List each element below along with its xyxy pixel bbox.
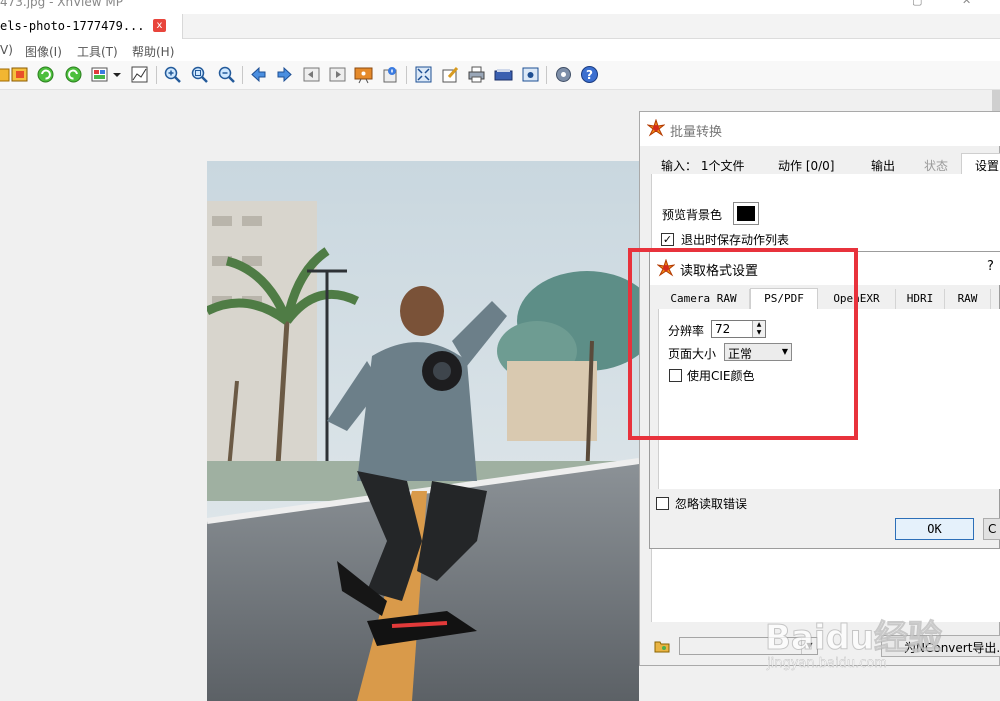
toolbar-separator <box>242 66 243 84</box>
menu-tools[interactable]: 工具(T) <box>77 43 118 60</box>
menu-image[interactable]: 图像(I) <box>25 43 62 60</box>
tab-raw[interactable]: RAW <box>945 289 991 310</box>
fullscreen-icon[interactable] <box>414 65 433 84</box>
batch-tabs: 输入： 1个文件 动作 [0/0] 输出 状态 设置 <box>651 153 1000 175</box>
color-adjust-icon[interactable] <box>90 65 109 84</box>
help-icon[interactable]: ? <box>580 65 599 84</box>
toolbar-separator <box>546 66 547 84</box>
preview-bg-color-button[interactable] <box>733 202 759 225</box>
tab-actions[interactable]: 动作 [0/0] <box>778 154 858 175</box>
close-window-icon[interactable]: ✕ <box>962 0 971 7</box>
window-titlebar: 473.jpg - XnView MP ▢ ✕ <box>0 0 1000 14</box>
document-tab[interactable]: els-photo-1777479... x <box>0 14 183 39</box>
tab-output[interactable]: 输出 <box>871 154 911 175</box>
rotate-right-icon[interactable] <box>64 65 83 84</box>
rotate-left-icon[interactable] <box>36 65 55 84</box>
photo-preview <box>207 161 639 701</box>
print-icon[interactable] <box>467 65 486 84</box>
settings-icon[interactable] <box>554 65 573 84</box>
toolbar-separator <box>406 66 407 84</box>
document-tab-label: els-photo-1777479... <box>0 19 145 33</box>
next-icon[interactable] <box>275 65 294 84</box>
slideshow-icon[interactable] <box>354 65 373 84</box>
edit-icon[interactable] <box>441 65 460 84</box>
menu-view[interactable]: V) <box>0 43 13 57</box>
svg-text:?: ? <box>586 68 593 82</box>
batch-footer: ▼ 为NConvert导出... <box>640 633 1000 667</box>
tab-close-icon[interactable]: x <box>153 19 166 32</box>
tab-input[interactable]: 输入： 1个文件 <box>661 154 766 175</box>
scanner-icon[interactable] <box>494 65 513 84</box>
minimize-icon[interactable]: ▢ <box>912 0 922 7</box>
prev-icon[interactable] <box>249 65 268 84</box>
window-title: 473.jpg - XnView MP <box>0 0 123 9</box>
preset-combo[interactable]: ▼ <box>679 637 818 655</box>
capture-icon[interactable] <box>521 65 540 84</box>
last-icon[interactable] <box>328 65 347 84</box>
folder-icon[interactable] <box>654 639 670 653</box>
cancel-button[interactable]: C <box>983 518 1000 540</box>
xnview-logo-icon <box>646 118 666 137</box>
levels-icon[interactable] <box>130 65 149 84</box>
tab-hdri[interactable]: HDRI <box>896 289 945 310</box>
save-actions-label: 退出时保存动作列表 <box>681 233 790 247</box>
toolbar-separator <box>156 66 157 84</box>
menubar: V) 图像(I) 工具(T) 帮助(H) <box>0 39 1000 61</box>
color-swatch <box>737 206 755 221</box>
annotation-highlight-box <box>628 248 858 440</box>
chevron-down-icon: ▼ <box>801 638 817 654</box>
save-actions-checkbox[interactable]: ✓ <box>661 233 674 246</box>
zoom-out-icon[interactable] <box>217 65 236 84</box>
info-icon[interactable] <box>381 65 400 84</box>
tab-status[interactable]: 状态 <box>924 154 964 175</box>
browse-icon[interactable] <box>10 65 29 84</box>
export-nconvert-button[interactable]: 为NConvert导出... <box>881 635 1000 657</box>
ok-button[interactable]: OK <box>895 518 974 540</box>
toolbar: ? <box>0 61 1000 90</box>
ignore-errors-checkbox[interactable] <box>656 497 669 510</box>
document-tabbar: els-photo-1777479... x <box>0 14 1000 39</box>
help-button[interactable]: ? <box>987 259 994 274</box>
menu-help[interactable]: 帮助(H) <box>132 43 174 60</box>
zoom-in-icon[interactable] <box>163 65 182 84</box>
dropdown-icon[interactable] <box>112 65 122 84</box>
batch-dialog-title: 批量转换 <box>670 125 723 140</box>
ignore-errors-label: 忽略读取错误 <box>675 497 748 511</box>
batch-dialog-header: 批量转换 <box>640 112 1000 146</box>
first-icon[interactable] <box>302 65 321 84</box>
preview-bg-label: 预览背景色 <box>662 208 723 222</box>
tab-settings[interactable]: 设置 <box>961 153 1000 175</box>
zoom-fit-icon[interactable] <box>190 65 209 84</box>
